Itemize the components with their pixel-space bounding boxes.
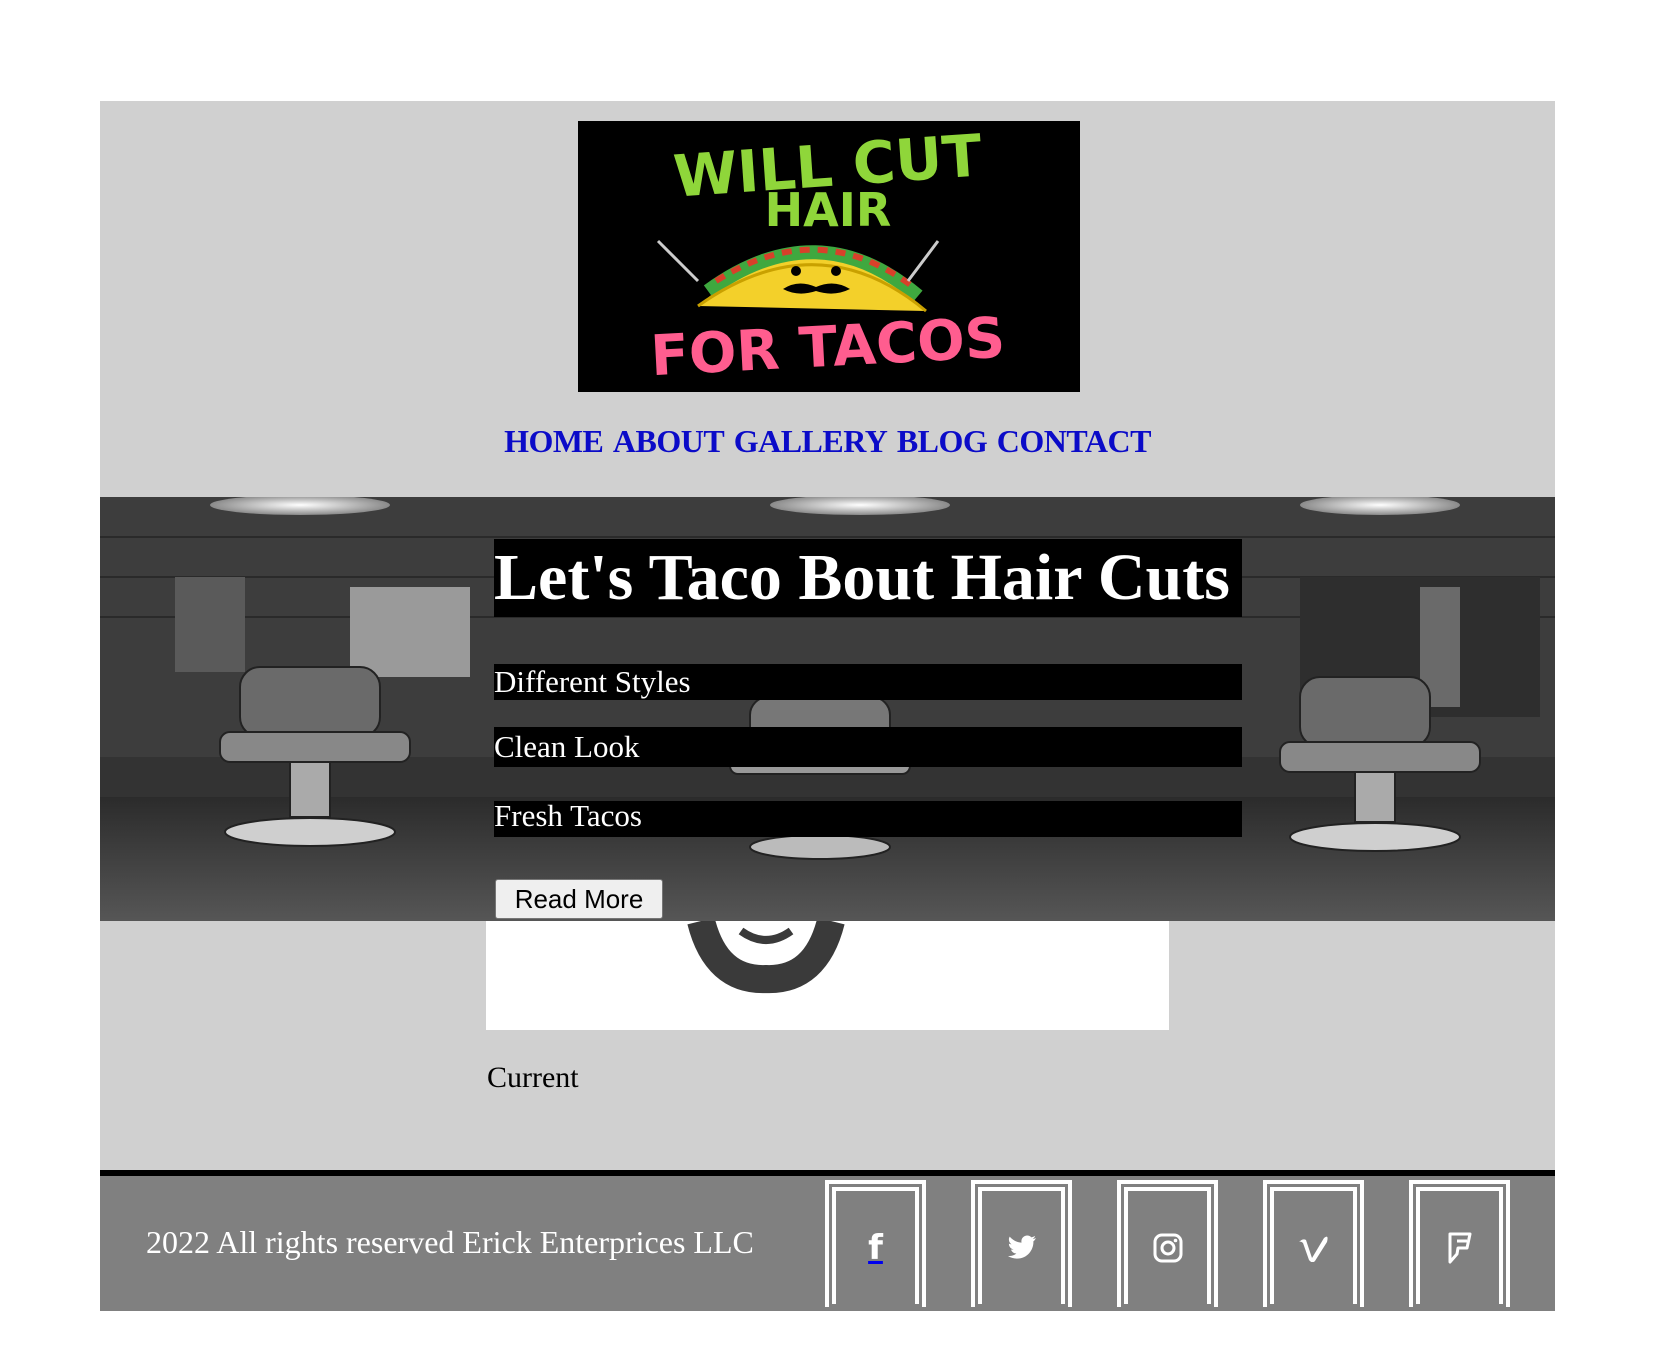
status-text: Current [487, 1061, 579, 1094]
nav-item-about[interactable]: ABOUT [613, 423, 725, 459]
logo-image: WILL CUT HAIR FOR TACOS [578, 121, 1080, 392]
twitter-link[interactable] [971, 1180, 1072, 1307]
vimeo-link[interactable] [1263, 1180, 1364, 1307]
main-nav: HOME ABOUT GALLERY BLOG CONTACT [100, 423, 1555, 460]
twitter-icon [1007, 1235, 1036, 1259]
logo-text-line2: HAIR [765, 183, 892, 237]
hero-line-styles: Different Styles [494, 664, 1242, 700]
copyright-text: 2022 All rights reserved Erick Enterpric… [146, 1224, 754, 1260]
beard-logo-image [486, 921, 1169, 1030]
instagram-link[interactable] [1117, 1180, 1218, 1307]
page-wrapper: WILL CUT HAIR FOR TACOS HOME ABOUT GALLE… [100, 101, 1555, 1311]
hero-banner: Let's Taco Bout Hair Cuts Different Styl… [100, 497, 1555, 921]
site-logo[interactable]: WILL CUT HAIR FOR TACOS [578, 121, 1080, 392]
hero-title: Let's Taco Bout Hair Cuts [494, 539, 1242, 617]
instagram-icon [1153, 1233, 1182, 1262]
site-footer: 2022 All rights reserved Erick Enterpric… [100, 1170, 1555, 1311]
nav-item-gallery[interactable]: GALLERY [734, 423, 888, 459]
hero-line-clean: Clean Look [494, 727, 1242, 767]
read-more-button[interactable]: Read More [495, 879, 663, 919]
foursquare-icon [1448, 1232, 1471, 1263]
nav-item-contact[interactable]: CONTACT [997, 423, 1152, 459]
content-image [486, 921, 1169, 1030]
facebook-link[interactable]: f [825, 1180, 926, 1307]
foursquare-link[interactable] [1409, 1180, 1510, 1307]
nav-item-home[interactable]: HOME [504, 423, 604, 459]
nav-item-blog[interactable]: BLOG [897, 423, 988, 459]
hero-line-tacos: Fresh Tacos [494, 800, 1242, 837]
vimeo-icon [1298, 1236, 1328, 1262]
facebook-icon: f [868, 1227, 883, 1268]
